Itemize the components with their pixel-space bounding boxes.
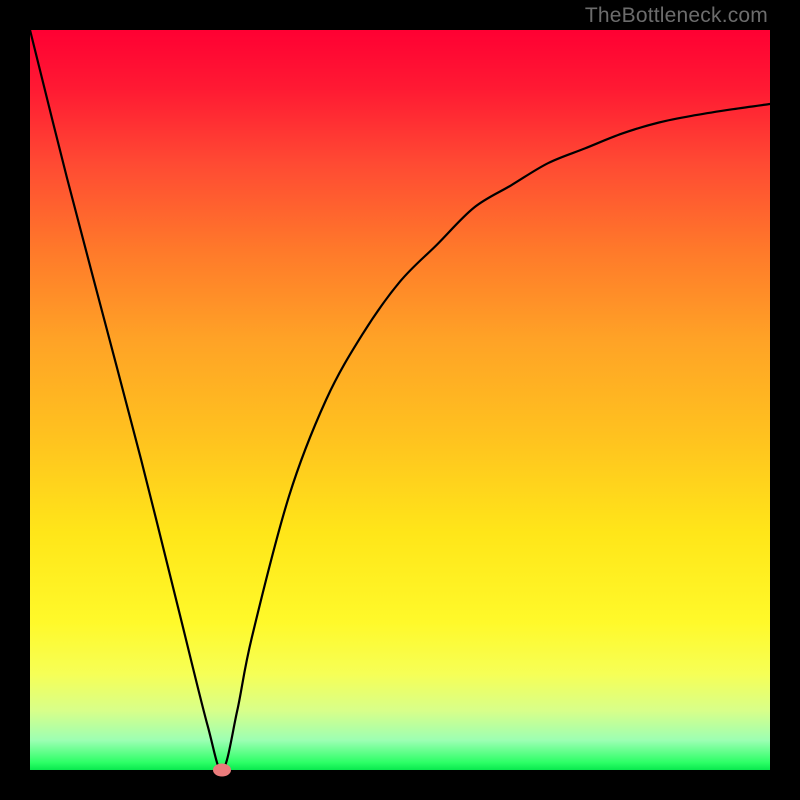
chart-frame: TheBottleneck.com	[0, 0, 800, 800]
minimum-marker	[213, 764, 231, 777]
curve-path	[30, 30, 770, 770]
watermark-text: TheBottleneck.com	[585, 4, 768, 28]
bottleneck-curve	[30, 30, 770, 770]
plot-area	[30, 30, 770, 770]
